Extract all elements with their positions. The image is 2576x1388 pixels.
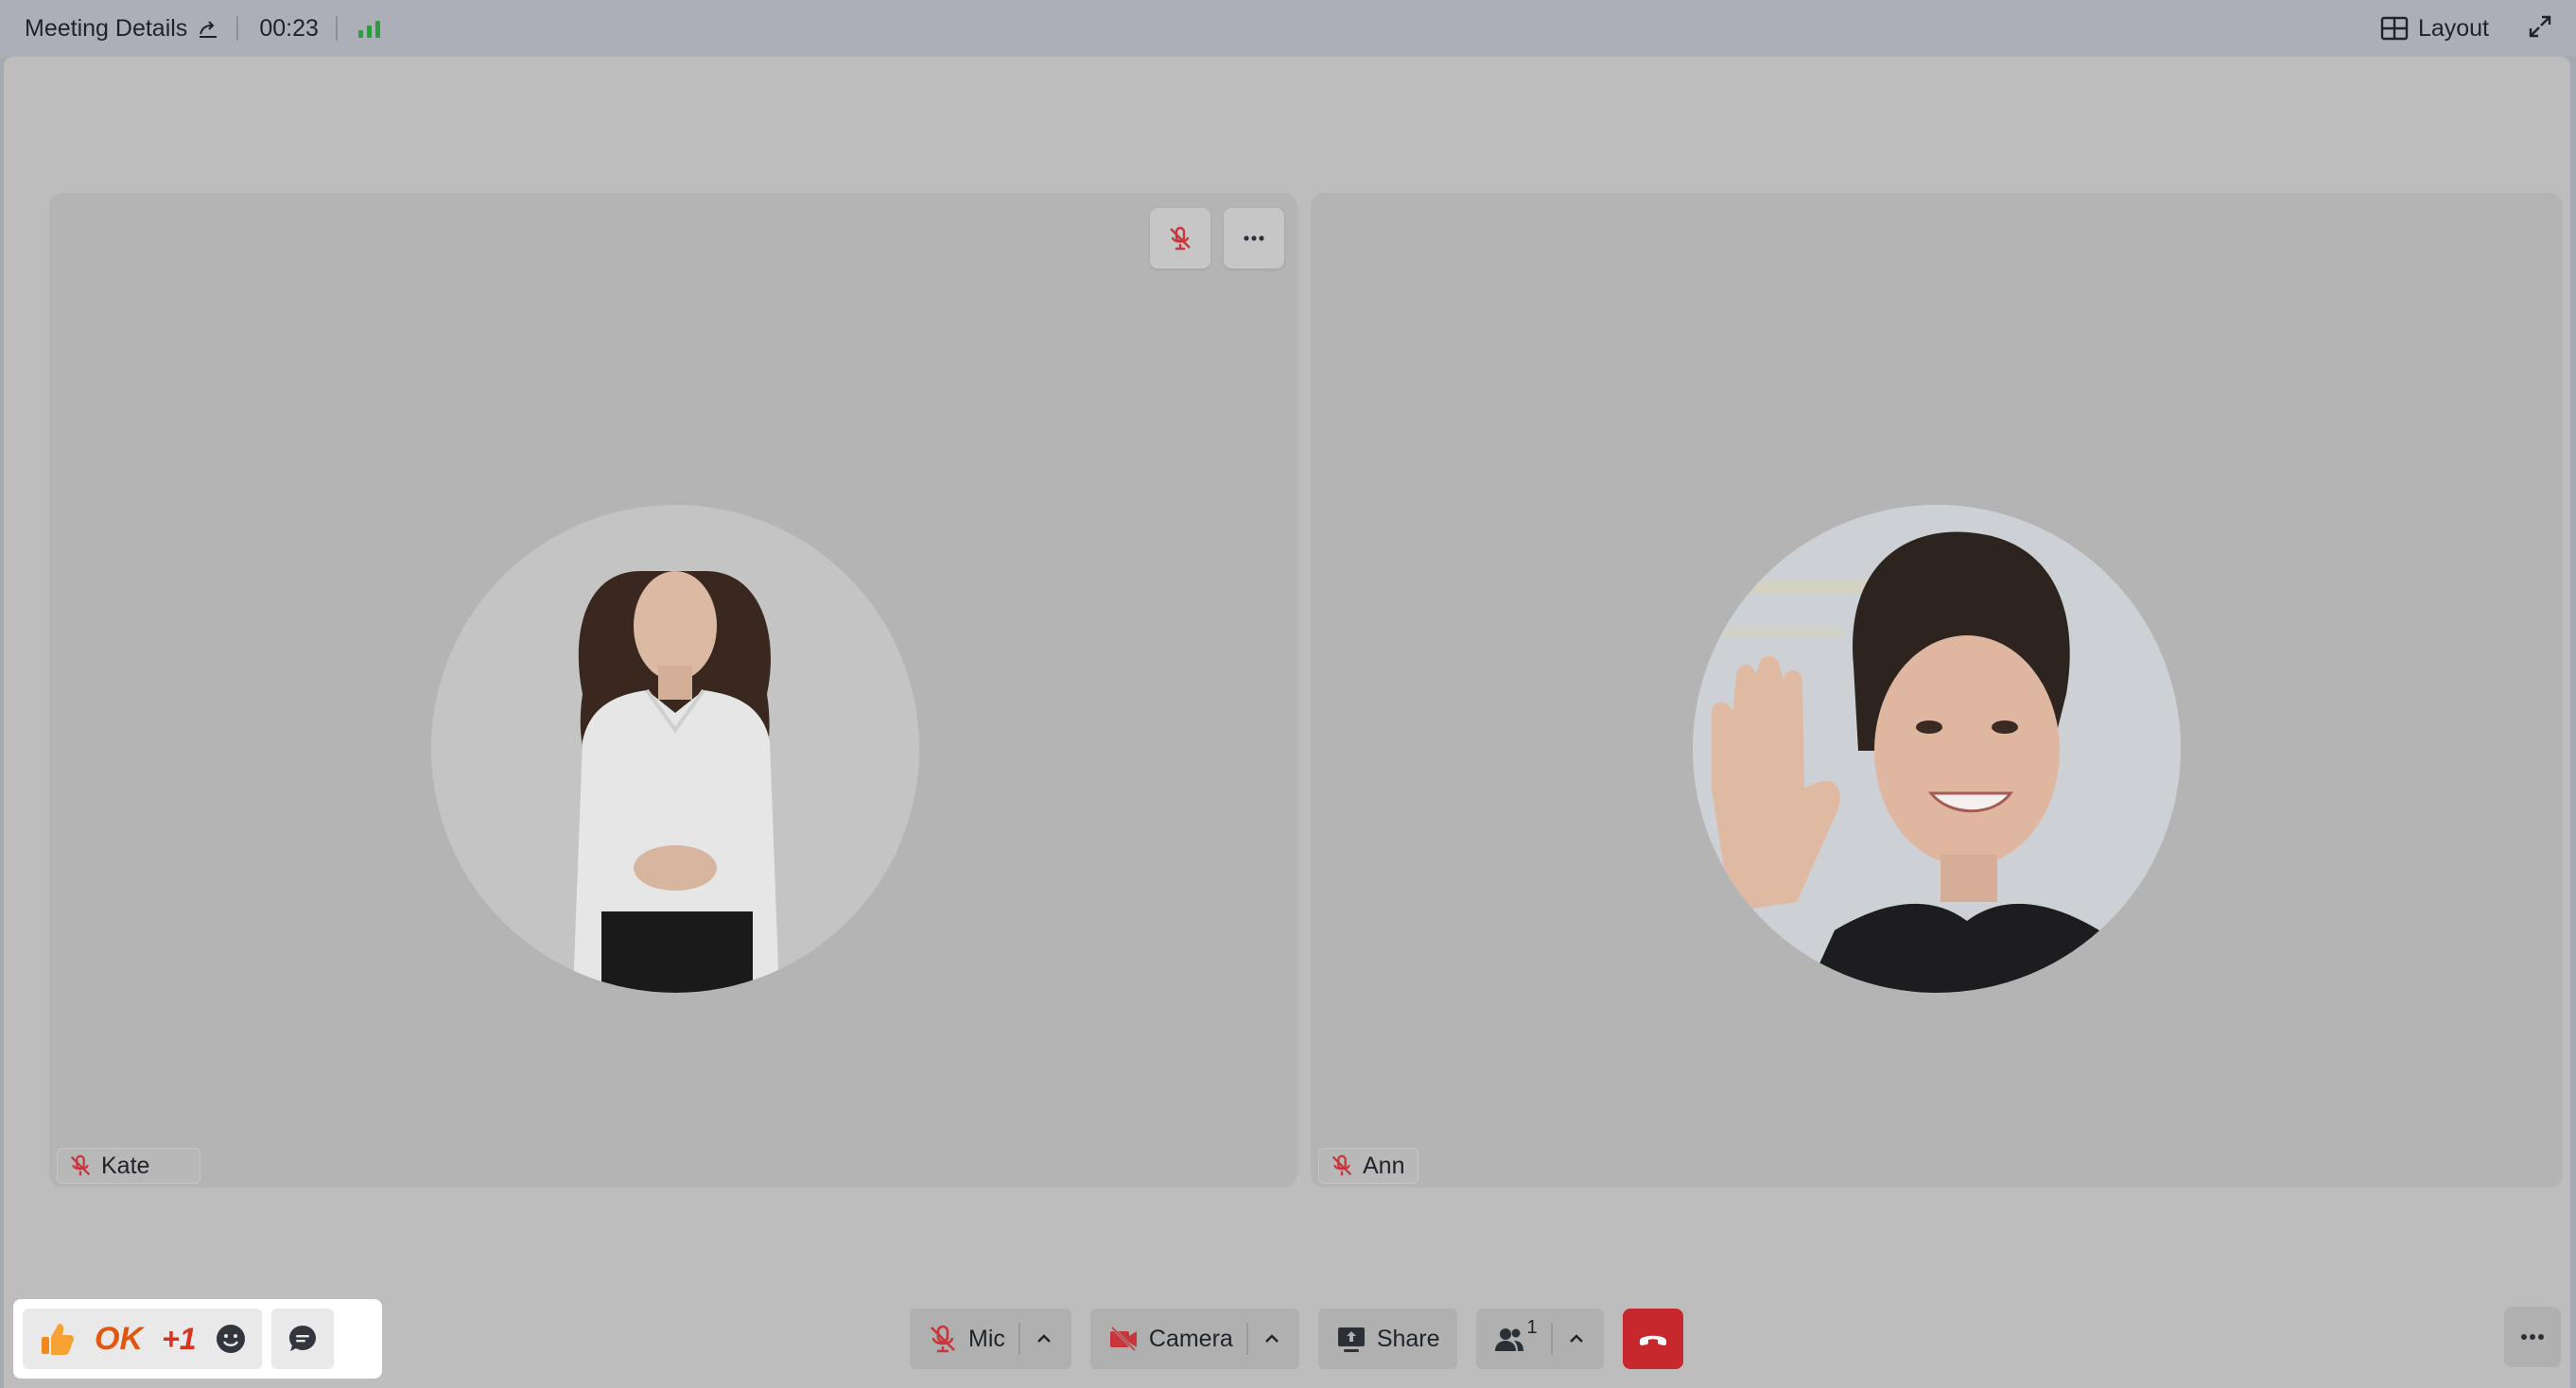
share-label: Share: [1376, 1325, 1440, 1352]
meeting-details-button[interactable]: Meeting Details: [25, 15, 219, 43]
participant-name: Kate: [101, 1152, 150, 1179]
mic-muted-icon: [1170, 226, 1191, 251]
meeting-controls: Mic Camera Share 1: [910, 1309, 1683, 1369]
tile-more-button[interactable]: [1224, 208, 1284, 269]
share-button[interactable]: Share: [1317, 1309, 1457, 1369]
expand-icon: [2529, 15, 2551, 37]
participant-tile-ann[interactable]: Ann: [1311, 193, 2563, 1188]
reactions-bar: OK +1: [13, 1299, 382, 1379]
share-screen-icon: [1337, 1327, 1365, 1352]
participants-count: 1: [1526, 1316, 1538, 1338]
share-arrow-icon: [200, 21, 218, 38]
mute-participant-button[interactable]: [1150, 208, 1210, 269]
mic-muted-icon: [70, 1154, 91, 1176]
participant-name-tag: Kate: [57, 1148, 200, 1184]
chevron-up-icon[interactable]: [1566, 1328, 1587, 1349]
participant-name-tag: Ann: [1318, 1148, 1419, 1184]
hang-up-icon: [1639, 1335, 1666, 1345]
chevron-up-icon[interactable]: [1034, 1328, 1054, 1349]
reactions-group: OK +1: [23, 1309, 263, 1369]
top-bar: Meeting Details 00:23 Layout: [0, 0, 2576, 57]
participant-photo-kate: [431, 505, 919, 993]
layout-button[interactable]: Layout: [2380, 15, 2489, 43]
camera-off-icon: [1109, 1325, 1137, 1353]
mic-button[interactable]: Mic: [910, 1309, 1071, 1369]
emoji-picker-button[interactable]: [215, 1323, 247, 1355]
participants-icon: [1494, 1328, 1523, 1351]
mic-muted-icon: [931, 1325, 955, 1353]
chat-icon: [289, 1326, 317, 1351]
emoji-icon: [217, 1325, 246, 1353]
meeting-timer: 00:23: [259, 14, 319, 42]
ok-reaction-button[interactable]: OK: [95, 1321, 143, 1358]
divider: [1550, 1323, 1553, 1355]
camera-button[interactable]: Camera: [1089, 1309, 1299, 1369]
more-options-button[interactable]: [2504, 1307, 2561, 1367]
divider: [335, 16, 338, 41]
divider: [1018, 1323, 1020, 1355]
plus-one-reaction-label: +1: [162, 1321, 197, 1356]
participant-name: Ann: [1363, 1152, 1405, 1179]
chat-button[interactable]: [271, 1309, 335, 1369]
video-stage: Kate Ann: [4, 57, 2570, 1388]
camera-label: Camera: [1148, 1325, 1233, 1352]
more-horizontal-icon: [2521, 1334, 2544, 1340]
signal-bars-icon: [357, 19, 380, 38]
ok-reaction-label: OK: [95, 1320, 143, 1357]
more-horizontal-icon: [1244, 235, 1264, 241]
chevron-up-icon[interactable]: [1262, 1328, 1282, 1349]
participants-button[interactable]: 1: [1475, 1309, 1604, 1369]
participant-tile-kate[interactable]: Kate: [49, 193, 1297, 1188]
grid-layout-icon: [2380, 16, 2409, 41]
participant-photo-ann: [1693, 505, 2181, 993]
top-bar-right: Layout: [2380, 0, 2553, 57]
divider: [236, 16, 239, 41]
mic-label: Mic: [968, 1325, 1005, 1352]
layout-label: Layout: [2417, 14, 2489, 42]
plus-one-reaction-button[interactable]: +1: [162, 1322, 196, 1357]
meeting-title-label: Meeting Details: [25, 14, 188, 42]
mic-muted-icon: [1332, 1154, 1352, 1176]
top-bar-left: Meeting Details 00:23: [0, 0, 380, 57]
tile-controls: [1150, 208, 1284, 269]
divider: [1245, 1323, 1248, 1355]
thumbs-up-icon: [42, 1324, 74, 1355]
fullscreen-button[interactable]: [2527, 13, 2553, 44]
thumbs-up-reaction-button[interactable]: [38, 1320, 76, 1358]
end-call-button[interactable]: [1622, 1309, 1683, 1369]
